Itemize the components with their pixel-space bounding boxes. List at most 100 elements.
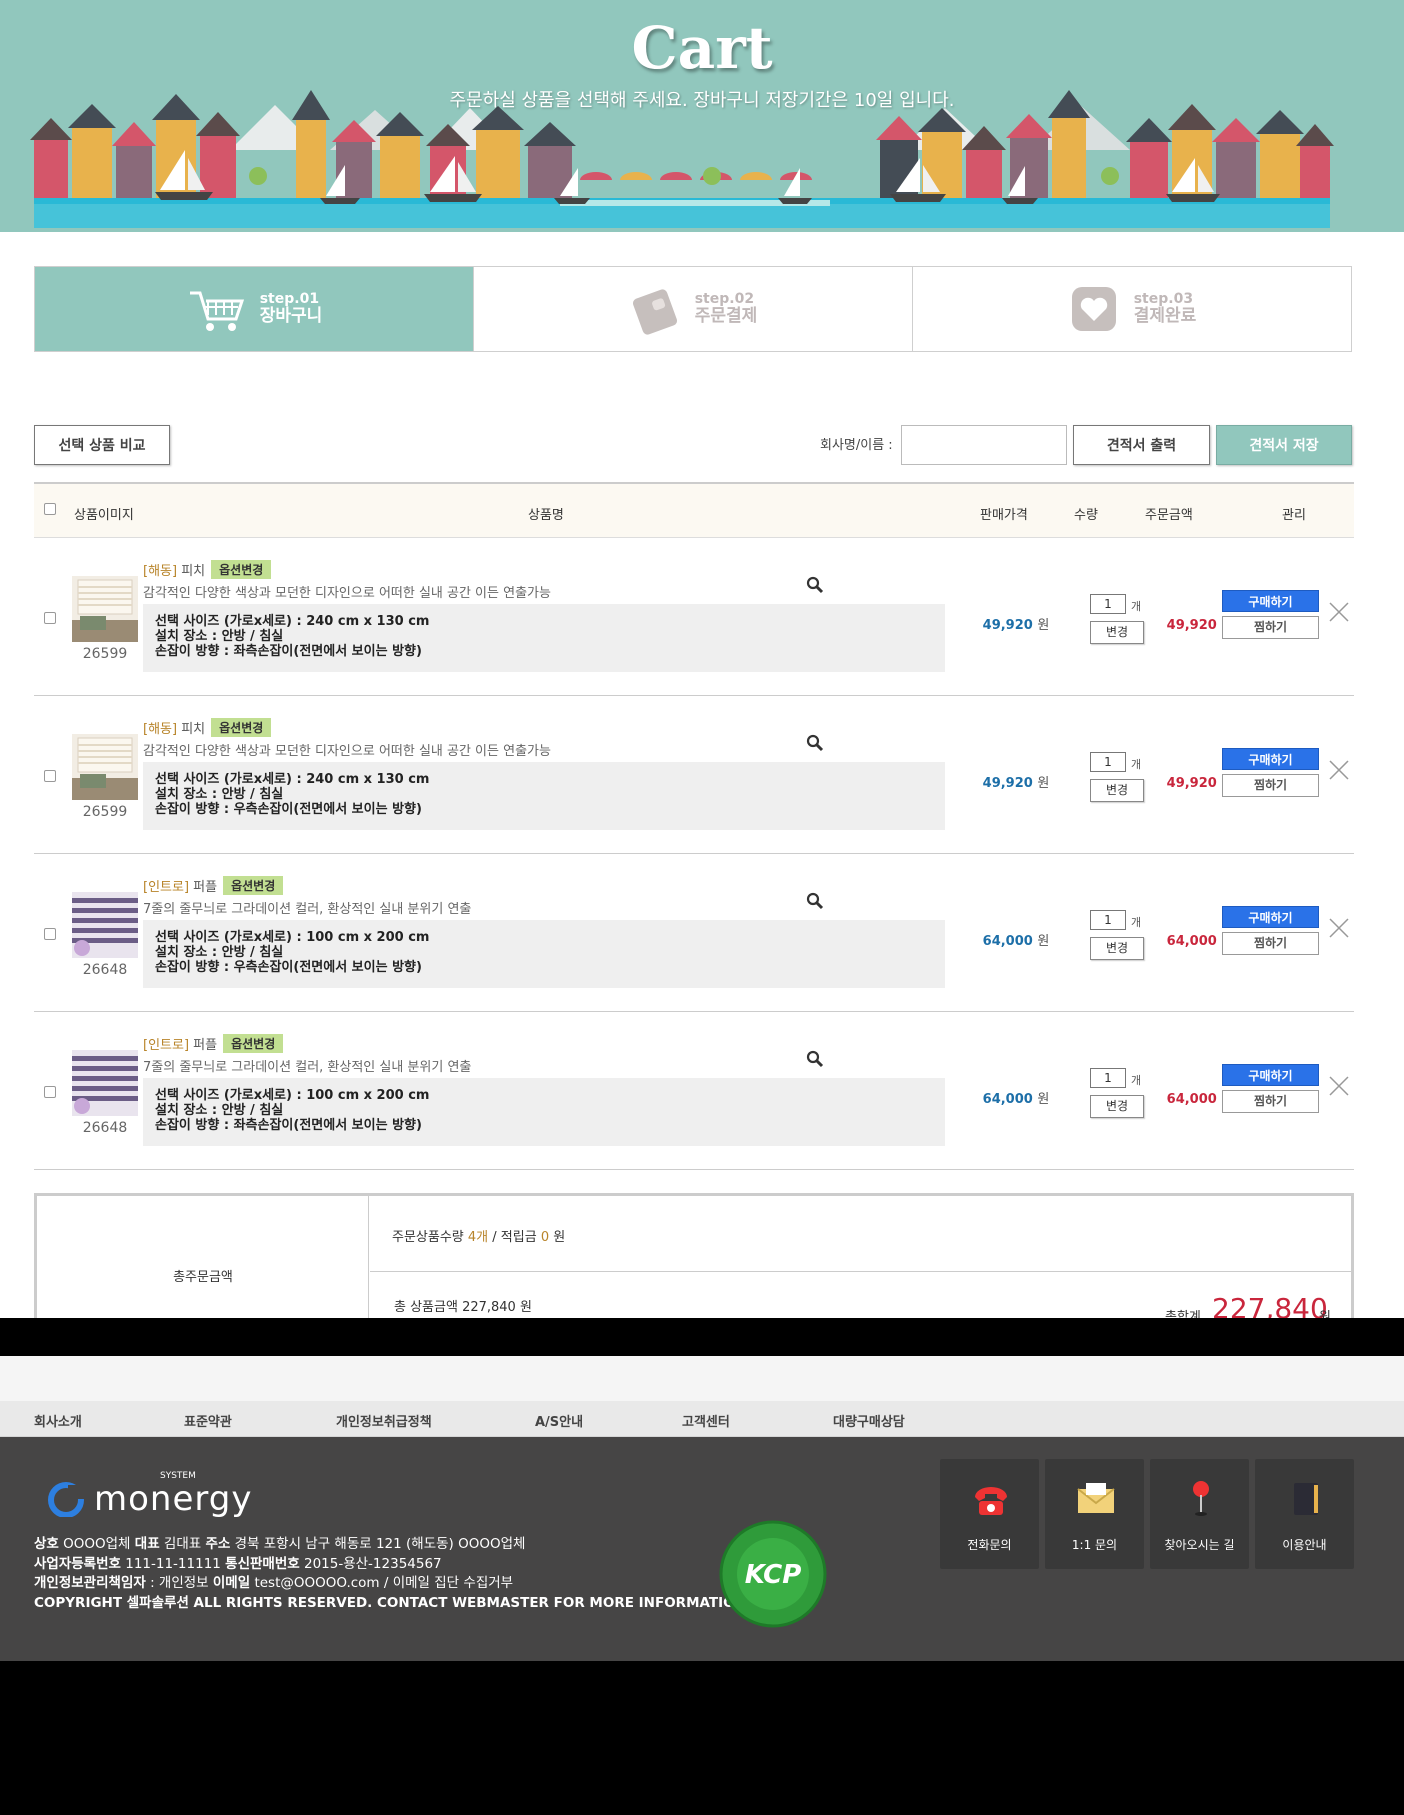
product-name[interactable]: 퍼플	[193, 880, 217, 895]
row-checkbox[interactable]	[44, 612, 56, 624]
header-manage: 관리	[1282, 508, 1306, 523]
buy-button[interactable]: 구매하기	[1222, 906, 1319, 928]
compare-selected-button[interactable]: 선택 상품 비교	[34, 425, 170, 465]
cart-page: Cart 주문하실 상품을 선택해 주세요. 장바구니 저장기간은 10일 입니…	[0, 0, 1404, 1318]
zoom-icon[interactable]	[806, 892, 824, 910]
product-code: 26599	[82, 646, 128, 662]
wishlist-button[interactable]: 찜하기	[1222, 932, 1319, 955]
selected-options: 선택 사이즈 (가로x세로) : 100 cm x 200 cm 설치 장소 :…	[143, 920, 945, 988]
sale-price: 49,920 원	[982, 776, 1050, 791]
footer-link-terms[interactable]: 표준약관	[184, 1411, 232, 1430]
close-icon[interactable]	[1328, 917, 1350, 939]
summary-label-cell: 총주문금액	[37, 1196, 369, 1318]
zoom-icon[interactable]	[806, 576, 824, 594]
quick-directions[interactable]: 찾아오시는 길	[1150, 1459, 1249, 1569]
option-place: 설치 장소 : 안방 / 침실	[155, 787, 284, 802]
wishlist-button[interactable]: 찜하기	[1222, 616, 1319, 639]
footer-link-about[interactable]: 회사소개	[34, 1411, 82, 1430]
map-pin-icon	[1193, 1481, 1209, 1516]
quantity-change-button[interactable]: 변경	[1090, 937, 1144, 960]
order-count: 4개	[467, 1230, 489, 1245]
wallet-icon	[632, 289, 677, 335]
print-quote-button[interactable]: 견적서 출력	[1073, 425, 1210, 465]
product-name[interactable]: 퍼플	[193, 1038, 217, 1053]
quantity-input[interactable]: 1	[1090, 594, 1126, 614]
save-quote-button[interactable]: 견적서 저장	[1216, 425, 1352, 465]
book-icon	[1294, 1483, 1318, 1515]
product-thumbnail[interactable]	[72, 1050, 138, 1116]
product-description: 7줄의 줄무늬로 그라데이션 컬러, 환상적인 실내 분위기 연출	[143, 902, 472, 917]
quantity-change-button[interactable]: 변경	[1090, 779, 1144, 802]
option-handle: 손잡이 방향 : 좌측손잡이(전면에서 보이는 방향)	[155, 644, 422, 659]
quick-guide[interactable]: 이용안내	[1255, 1459, 1354, 1569]
sale-price: 64,000 원	[982, 1092, 1050, 1107]
order-summary: 총주문금액 주문상품수량 4개 / 적립금 0 원 총 상품금액 227,840…	[34, 1193, 1354, 1318]
buy-button[interactable]: 구매하기	[1222, 1064, 1319, 1086]
quantity-change-button[interactable]: 변경	[1090, 1095, 1144, 1118]
cart-row: 26648 [인트로] 퍼플 옵션변경 7줄의 줄무늬로 그라데이션 컬러, 환…	[34, 1012, 1354, 1170]
change-option-button[interactable]: 옵션변경	[211, 560, 272, 579]
cart-row: 26648 [인트로] 퍼플 옵션변경 7줄의 줄무늬로 그라데이션 컬러, 환…	[34, 854, 1354, 1012]
quantity-input[interactable]: 1	[1090, 1068, 1126, 1088]
product-name[interactable]: 피치	[181, 564, 205, 579]
close-icon[interactable]	[1328, 1075, 1350, 1097]
quantity-unit: 개	[1131, 758, 1142, 771]
select-all-checkbox[interactable]	[44, 503, 56, 515]
change-option-button[interactable]: 옵션변경	[223, 1034, 284, 1053]
product-description: 감각적인 다양한 색상과 모던한 디자인으로 어떠한 실내 공간 이든 연출가능	[143, 586, 551, 601]
option-size: 선택 사이즈 (가로x세로) : 100 cm x 200 cm	[155, 930, 430, 945]
zoom-icon[interactable]	[806, 1050, 824, 1068]
row-checkbox[interactable]	[44, 928, 56, 940]
product-brand[interactable]: [인트로]	[143, 1038, 189, 1053]
shopping-cart-icon	[189, 291, 244, 331]
quantity-input[interactable]: 1	[1090, 752, 1126, 772]
buy-button[interactable]: 구매하기	[1222, 748, 1319, 770]
step-cart: step.01 장바구니	[35, 267, 474, 351]
summary-count-row: 주문상품수량 4개 / 적립금 0 원	[370, 1196, 1351, 1272]
svg-text:KCP: KCP	[745, 1560, 802, 1590]
product-thumbnail[interactable]	[72, 576, 138, 642]
footer-link-privacy[interactable]: 개인정보취급정책	[336, 1411, 432, 1430]
selected-options: 선택 사이즈 (가로x세로) : 100 cm x 200 cm 설치 장소 :…	[143, 1078, 945, 1146]
product-code: 26648	[82, 1120, 128, 1136]
product-thumbnail[interactable]	[72, 734, 138, 800]
footer-link-support[interactable]: 고객센터	[682, 1411, 730, 1430]
row-checkbox[interactable]	[44, 770, 56, 782]
product-brand[interactable]: [해동]	[143, 722, 177, 737]
option-place: 설치 장소 : 안방 / 침실	[155, 629, 284, 644]
buy-button[interactable]: 구매하기	[1222, 590, 1319, 612]
quick-inquiry[interactable]: 1:1 문의	[1045, 1459, 1144, 1569]
company-name-input[interactable]	[901, 425, 1067, 465]
row-checkbox[interactable]	[44, 1086, 56, 1098]
banner-subtitle: 주문하실 상품을 선택해 주세요. 장바구니 저장기간은 10일 입니다.	[449, 90, 955, 111]
close-icon[interactable]	[1328, 759, 1350, 781]
cart-table-header: 상품이미지 상품명 판매가격 수량 주문금액 관리	[34, 482, 1354, 538]
kcp-escrow-seal[interactable]: KCP	[718, 1519, 828, 1633]
close-icon[interactable]	[1328, 601, 1350, 623]
product-title: [해동] 피치 옵션변경	[143, 560, 272, 579]
product-name[interactable]: 피치	[181, 722, 205, 737]
footer-link-as[interactable]: A/S안내	[535, 1411, 583, 1430]
option-handle: 손잡이 방향 : 좌측손잡이(전면에서 보이는 방향)	[155, 1118, 422, 1133]
quantity-input[interactable]: 1	[1090, 910, 1126, 930]
product-brand[interactable]: [해동]	[143, 564, 177, 579]
monergy-logo[interactable]: monergy SYSTEM	[46, 1471, 252, 1519]
sale-price: 49,920 원	[982, 618, 1050, 633]
quick-phone[interactable]: 전화문의	[940, 1459, 1039, 1569]
zoom-icon[interactable]	[806, 734, 824, 752]
change-option-button[interactable]: 옵션변경	[223, 876, 284, 895]
quantity-change-button[interactable]: 변경	[1090, 621, 1144, 644]
product-brand[interactable]: [인트로]	[143, 880, 189, 895]
product-thumbnail[interactable]	[72, 892, 138, 958]
option-size: 선택 사이즈 (가로x세로) : 240 cm x 130 cm	[155, 614, 430, 629]
order-count-text: 주문상품수량 4개 / 적립금 0 원	[392, 1230, 566, 1245]
wishlist-button[interactable]: 찜하기	[1222, 1090, 1319, 1113]
option-size: 선택 사이즈 (가로x세로) : 100 cm x 200 cm	[155, 1088, 430, 1103]
product-title: [인트로] 퍼플 옵션변경	[143, 876, 284, 895]
wishlist-button[interactable]: 찜하기	[1222, 774, 1319, 797]
cart-row: 26599 [해동] 피치 옵션변경 감각적인 다양한 색상과 모던한 디자인으…	[34, 696, 1354, 854]
selected-options: 선택 사이즈 (가로x세로) : 240 cm x 130 cm 설치 장소 :…	[143, 604, 945, 672]
step-label: 결제완료	[1133, 306, 1197, 327]
change-option-button[interactable]: 옵션변경	[211, 718, 272, 737]
footer-link-bulk[interactable]: 대량구매상담	[833, 1411, 905, 1430]
